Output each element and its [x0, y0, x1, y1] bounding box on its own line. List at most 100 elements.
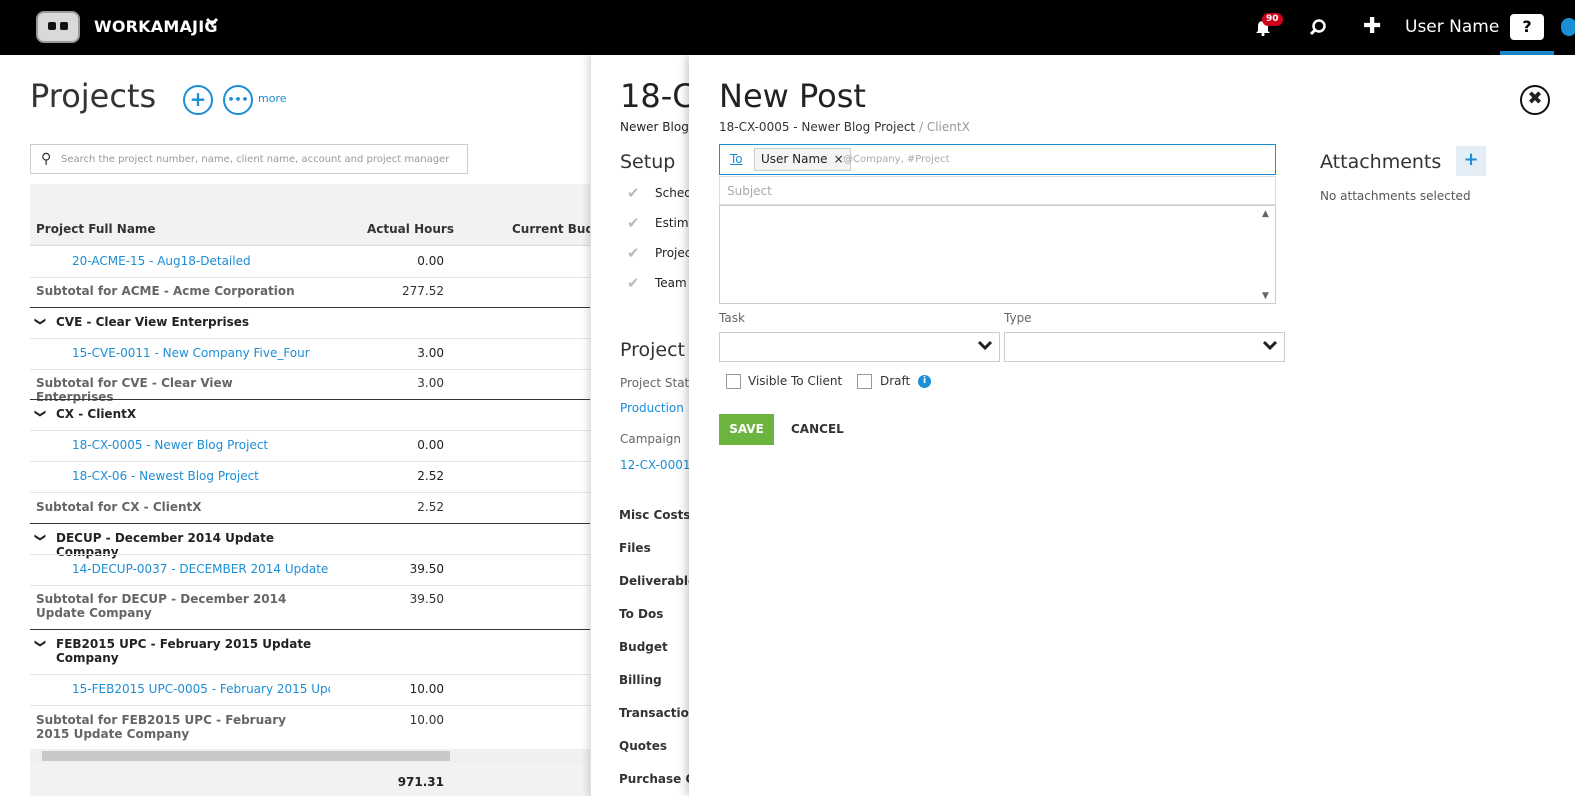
scroll-up-icon[interactable]: ▲: [1262, 209, 1269, 219]
subject-input[interactable]: Subject: [719, 176, 1276, 205]
row-divider: [30, 554, 590, 555]
actual-hours-value: 3.00: [417, 376, 444, 390]
chevron-down-icon[interactable]: [205, 15, 219, 33]
client-label: / ClientX: [918, 120, 970, 134]
recipient-chip: User Name ×: [754, 148, 851, 171]
save-button[interactable]: SAVE: [719, 414, 774, 445]
search-icon[interactable]: [1309, 18, 1327, 40]
actual-hours-value: 3.00: [417, 346, 444, 360]
recipient-name: User Name: [761, 152, 828, 166]
check-icon: ✔: [627, 274, 640, 292]
row-divider: [30, 338, 590, 339]
brand-menu[interactable]: WORKAMAJIG: [94, 17, 218, 36]
subject-placeholder: Subject: [727, 184, 772, 198]
close-icon[interactable]: ✖: [1520, 85, 1550, 115]
row-label: Subtotal for CX - ClientX: [36, 500, 202, 514]
nav-purchase-orders[interactable]: Purchase Orders: [619, 772, 690, 786]
nav-transactions[interactable]: Transactions: [619, 706, 690, 720]
scroll-down-icon[interactable]: ▼: [1262, 291, 1269, 301]
draft-label: Draft: [880, 374, 911, 388]
nav-files[interactable]: Files: [619, 541, 651, 555]
project-search-input[interactable]: ⚲ Search the project number, name, clien…: [30, 144, 468, 174]
column-header-project-name[interactable]: Project Full Name: [36, 222, 156, 236]
setup-item-project[interactable]: Project: [655, 246, 690, 260]
top-navigation-bar: WORKAMAJIG 90 ✚ User Name ?: [0, 0, 1575, 55]
row-divider: [30, 629, 590, 630]
vertical-scrollbar[interactable]: ▲ ▼: [1259, 206, 1275, 303]
column-header-actual-hours[interactable]: Actual Hours: [367, 222, 454, 236]
row-divider: [30, 523, 590, 524]
project-detail-title: 18-CX-0005: [620, 77, 690, 115]
new-post-title: New Post: [719, 77, 866, 115]
user-name-menu[interactable]: User Name: [1405, 17, 1499, 37]
add-project-button[interactable]: +: [183, 85, 213, 115]
nav-deliverables[interactable]: Deliverables: [619, 574, 690, 588]
project-name-link[interactable]: 15-FEB2015 UPC-0005 - February 2015 Upda…: [72, 682, 330, 696]
nav-quotes[interactable]: Quotes: [619, 739, 667, 753]
setup-heading: Setup: [620, 151, 676, 173]
row-divider: [30, 585, 590, 586]
draft-checkbox[interactable]: [857, 374, 872, 389]
status-label: Project Status: [620, 376, 690, 390]
scrollbar-thumb[interactable]: [42, 751, 450, 761]
search-placeholder: Search the project number, name, client …: [61, 154, 450, 165]
type-select[interactable]: [1004, 332, 1285, 362]
post-body-textarea[interactable]: ▲ ▼: [719, 205, 1276, 304]
nav-to-dos[interactable]: To Dos: [619, 607, 663, 621]
setup-item-team[interactable]: Team: [655, 276, 687, 290]
nav-billing[interactable]: Billing: [619, 673, 662, 687]
project-detail-subtitle: Newer Blog Project: [620, 120, 690, 134]
project-name-link[interactable]: 15-CVE-0011 - New Company Five_Four: [72, 346, 310, 360]
help-icon[interactable]: ?: [1510, 14, 1544, 40]
to-label-link[interactable]: To: [730, 152, 743, 166]
more-link[interactable]: more: [258, 92, 287, 105]
chevron-down-icon: [977, 337, 993, 357]
row-divider: [30, 705, 590, 706]
project-name-link[interactable]: 18-CX-0005 - Newer Blog Project: [72, 438, 268, 452]
details-heading: Project Details: [620, 339, 690, 361]
new-post-panel: New Post 18-CX-0005 - Newer Blog Project…: [689, 55, 1575, 796]
chevron-down-icon[interactable]: ❯: [34, 533, 47, 542]
chevron-down-icon[interactable]: ❯: [34, 639, 47, 648]
column-header-current-budget[interactable]: Current Budget: [512, 222, 590, 236]
visible-to-client-label: Visible To Client: [748, 374, 843, 388]
project-name-link[interactable]: 14-DECUP-0037 - DECEMBER 2014 Update: [72, 562, 328, 576]
cancel-button[interactable]: CANCEL: [791, 422, 844, 436]
to-input-placeholder[interactable]: @Company, #Project: [843, 154, 950, 165]
setup-item-schedule[interactable]: Schedule: [655, 186, 690, 200]
status-dot-icon: [1561, 18, 1575, 36]
setup-item-estimates[interactable]: Estimates: [655, 216, 690, 230]
robot-logo-icon[interactable]: [36, 11, 80, 43]
info-icon[interactable]: i: [918, 375, 931, 388]
campaign-value-link[interactable]: 12-CX-0001 -: [620, 458, 690, 472]
chevron-down-icon[interactable]: ❯: [34, 409, 47, 418]
search-icon: ⚲: [41, 151, 52, 167]
nav-budget[interactable]: Budget: [619, 640, 668, 654]
row-label: Subtotal for FEB2015 UPC - February 2015…: [36, 713, 286, 741]
projects-grid: Project Full Name Actual Hours Current B…: [30, 184, 590, 796]
check-icon: ✔: [627, 214, 640, 232]
page-title: Projects: [30, 77, 157, 115]
actual-hours-value: 0.00: [417, 438, 444, 452]
horizontal-scrollbar[interactable]: [30, 749, 590, 763]
status-value-link[interactable]: Production: [620, 401, 684, 415]
chevron-down-icon[interactable]: ❯: [34, 317, 47, 326]
actual-hours-value: 10.00: [409, 713, 444, 727]
project-name-link[interactable]: 20-ACME-15 - Aug18-Detailed: [72, 254, 251, 268]
add-attachment-button[interactable]: +: [1456, 146, 1486, 176]
row-divider: [30, 674, 590, 675]
nav-misc-costs[interactable]: Misc Costs: [619, 508, 690, 522]
visible-to-client-checkbox[interactable]: [726, 374, 741, 389]
project-name-link[interactable]: 18-CX-06 - Newest Blog Project: [72, 469, 259, 483]
grid-header: Project Full Name Actual Hours Current B…: [30, 184, 590, 246]
task-select[interactable]: [719, 332, 1000, 362]
project-link[interactable]: 18-CX-0005 - Newer Blog Project: [719, 120, 915, 134]
to-field[interactable]: To User Name × @Company, #Project: [719, 144, 1276, 175]
row-divider: [30, 430, 590, 431]
row-label: Subtotal for DECUP - December 2014 Updat…: [36, 592, 287, 620]
campaign-label: Campaign: [620, 432, 681, 446]
more-options-button[interactable]: •••: [223, 85, 253, 115]
projects-panel: Projects + ••• more ⚲ Search the project…: [0, 55, 590, 796]
plus-icon[interactable]: ✚: [1363, 14, 1381, 39]
actual-hours-value: 39.50: [409, 592, 444, 606]
